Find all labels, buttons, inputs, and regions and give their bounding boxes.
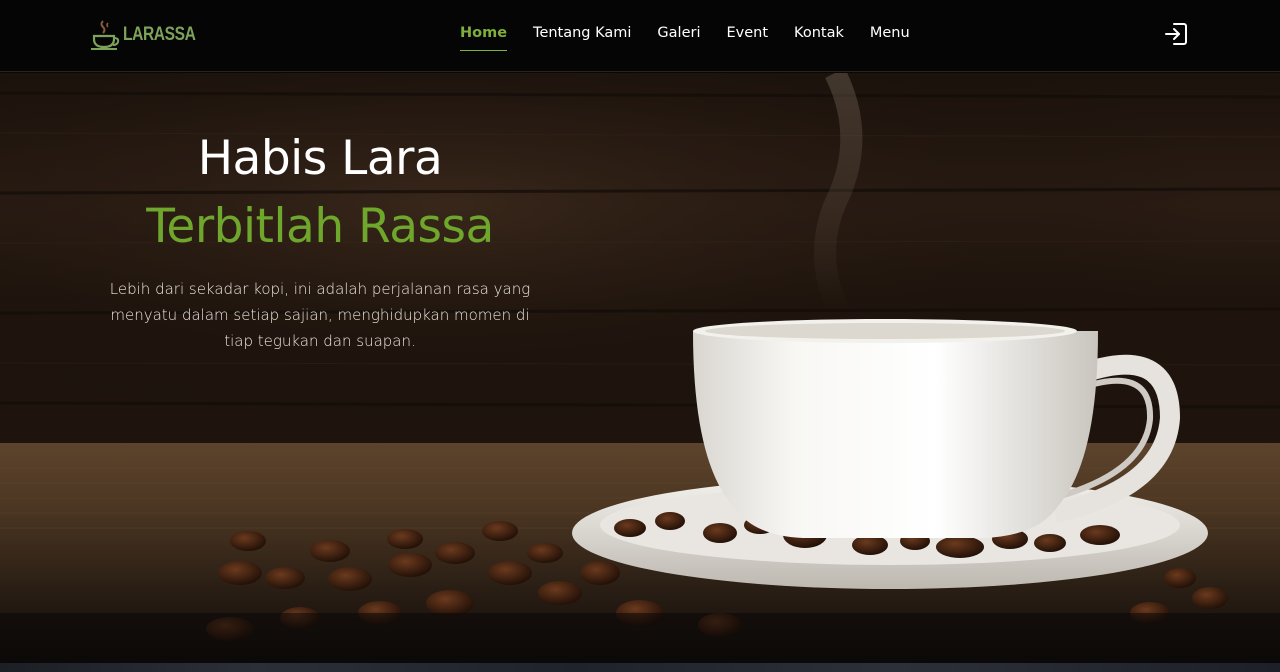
login-icon[interactable] [1163, 21, 1189, 47]
hero-title-line1: Habis Lara [197, 131, 443, 186]
brand-logo[interactable]: LARASSA [90, 18, 211, 52]
next-section-edge [0, 663, 1280, 672]
nav-item-kontak[interactable]: Kontak [781, 22, 857, 52]
nav-item-galeri[interactable]: Galeri [644, 22, 713, 52]
hero-description: Lebih dari sekadar kopi, ini adalah perj… [109, 280, 531, 350]
hero-section: Habis Lara Terbitlah Rassa Lebih dari se… [0, 73, 1280, 672]
brand-name: LARASSA [123, 24, 196, 45]
nav-item-event[interactable]: Event [713, 22, 781, 52]
nav-item-home[interactable]: Home [447, 22, 520, 52]
main-nav: Home Tentang Kami Galeri Event Kontak Me… [447, 22, 923, 52]
navbar: LARASSA Home Tentang Kami Galeri Event K… [0, 0, 1280, 72]
coffee-cup-logo-icon [91, 20, 120, 50]
hero-title-line2: Terbitlah Rassa [146, 199, 494, 254]
nav-item-tentang-kami[interactable]: Tentang Kami [520, 22, 644, 52]
nav-item-menu[interactable]: Menu [857, 22, 923, 52]
